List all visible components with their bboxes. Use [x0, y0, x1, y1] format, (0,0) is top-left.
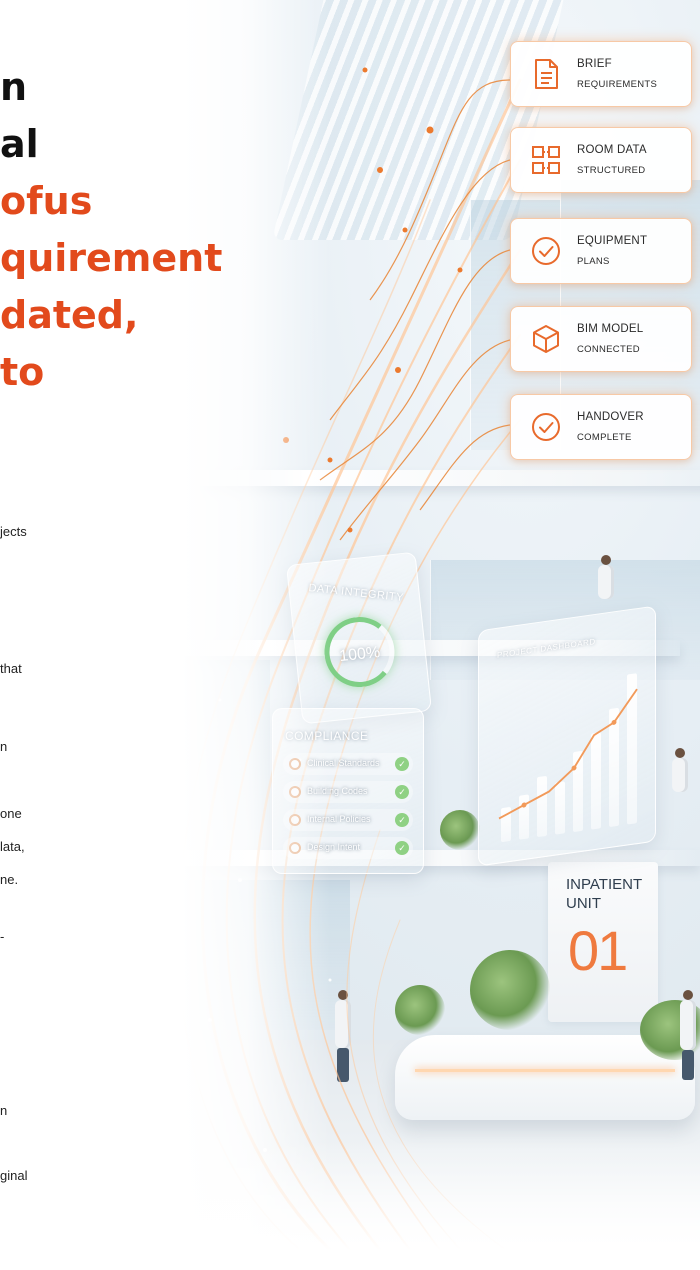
card-subtitle: PLANS: [577, 256, 610, 267]
headline-line-4: quirement: [0, 236, 223, 280]
project-dashboard-panel: PROJECT DASHBOARD: [478, 605, 656, 867]
check-circle-icon: [529, 410, 563, 444]
body-text-fragment: one: [0, 806, 22, 821]
headline-line-2: al: [0, 122, 39, 166]
headline-line-1: n: [0, 65, 28, 109]
cube-icon: [529, 322, 563, 356]
check-icon: ✓: [395, 757, 409, 771]
headline-line-5: dated,: [0, 293, 139, 337]
card-title: BRIEF: [577, 58, 612, 70]
body-text-fragment: that: [0, 661, 22, 676]
card-subtitle: STRUCTURED: [577, 165, 646, 176]
integrity-value: 100%: [338, 643, 381, 666]
card-title: ROOM DATA: [577, 144, 647, 156]
check-icon: ✓: [395, 813, 409, 827]
card-title: EQUIPMENT: [577, 235, 648, 247]
body-text-fragment: jects: [0, 524, 27, 539]
card-subtitle: COMPLETE: [577, 432, 632, 443]
body-text-fragment: ginal: [0, 1168, 28, 1183]
bim-model-card[interactable]: BIM MODEL CONNECTED: [510, 306, 692, 372]
body-text-fragment: ne.: [0, 872, 19, 887]
document-icon: [529, 57, 563, 91]
card-title: BIM MODEL: [577, 323, 644, 335]
body-text-fragment: lata,: [0, 839, 25, 854]
check-icon: ✓: [395, 785, 409, 799]
dashboard-trend-line: [498, 688, 638, 820]
body-text-fragment: -: [0, 929, 5, 944]
brief-requirements-card[interactable]: BRIEF REQUIREMENTS: [510, 41, 692, 107]
headline-line-3: ofus: [0, 179, 93, 223]
headline-line-6: to: [0, 350, 45, 394]
check-icon: ✓: [395, 841, 409, 855]
room-data-card[interactable]: ROOM DATA STRUCTURED: [510, 127, 692, 193]
card-subtitle: CONNECTED: [577, 344, 640, 355]
bottom-white-fade: [0, 1140, 700, 1270]
check-circle-icon: [529, 234, 563, 268]
handover-complete-card[interactable]: HANDOVER COMPLETE: [510, 394, 692, 460]
room-grid-icon: [529, 143, 563, 177]
card-subtitle: REQUIREMENTS: [577, 79, 658, 90]
body-text-fragment: n: [0, 1103, 8, 1118]
equipment-plans-card[interactable]: EQUIPMENT PLANS: [510, 218, 692, 284]
integrity-ring-gauge: 100%: [321, 613, 398, 691]
card-title: HANDOVER: [577, 411, 644, 423]
body-text-fragment: n: [0, 739, 8, 754]
